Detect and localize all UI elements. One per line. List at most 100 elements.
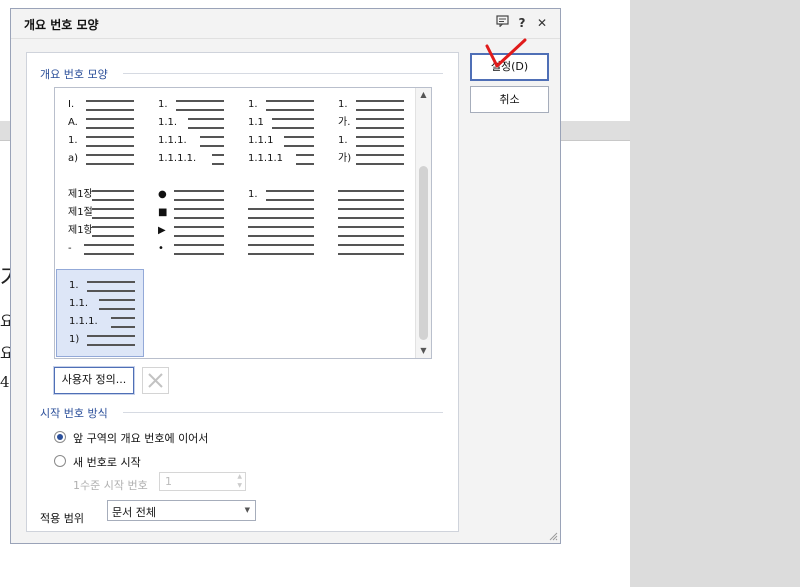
style-preview-bar	[200, 136, 224, 147]
style-preview-label: 가.	[338, 117, 351, 128]
style-preview-label: 1.	[68, 135, 78, 146]
style-preview-bar	[248, 208, 314, 219]
style-preview-line: 1.1.1.	[57, 316, 145, 330]
style-preview-bar	[176, 100, 224, 111]
dialog-title: 개요 번호 모양	[24, 18, 99, 32]
style-preview-label: 1.	[248, 99, 258, 110]
style-preview-line: ■	[146, 207, 234, 221]
style-preview-label: 1.	[69, 280, 79, 291]
style-preview-line: 제1항	[56, 225, 144, 239]
outline-style-option[interactable]: 1. 1.1. 1.1.1. 1.1.1.1.	[146, 89, 234, 177]
style-preview-bar	[86, 118, 134, 129]
apply-scope-value: 문서 전체	[112, 506, 156, 519]
style-preview-label: 1.1.1.	[158, 135, 187, 146]
custom-define-button[interactable]: 사용자 정의...	[54, 367, 134, 394]
help-icon[interactable]: ?	[514, 15, 530, 31]
scroll-up-icon[interactable]: ▲	[416, 88, 431, 102]
outline-style-option[interactable]: 1. 가. 1. 가)	[326, 89, 414, 177]
style-preview-label: 1.1	[248, 117, 264, 128]
style-preview-line: 1.	[326, 99, 414, 113]
style-preview-label: I.	[68, 99, 75, 110]
style-preview-bar	[248, 244, 314, 255]
style-preview-label: 가)	[338, 153, 352, 164]
outline-style-option[interactable]: 1. 1.1. 1.1.1. 1)	[56, 269, 144, 357]
style-preview-bar	[356, 154, 404, 165]
style-preview-bar	[111, 317, 135, 328]
style-preview-label: -	[68, 243, 72, 254]
list-scrollbar[interactable]: ▲ ▼	[415, 88, 431, 358]
style-preview-bar	[87, 281, 135, 292]
style-preview-line: 1)	[57, 334, 145, 348]
apply-scope-select[interactable]: 문서 전체 ▼	[107, 500, 256, 521]
style-preview-label: 제1절	[68, 207, 93, 218]
outline-style-list: I. A. 1. a) 1. 1.1. 1.1.1. 1.1.1.1. 1. 1.1 1.1.1 1.…	[54, 87, 432, 359]
new-number-radio[interactable]	[54, 455, 66, 467]
delete-x-icon[interactable]	[142, 367, 169, 394]
style-preview-line	[326, 243, 414, 257]
style-preview-line: 1.1.1.1.	[146, 153, 234, 167]
scroll-down-icon[interactable]: ▼	[416, 344, 431, 358]
style-preview-bar	[174, 226, 224, 237]
continue-label[interactable]: 앞 구역의 개요 번호에 이어서	[73, 430, 208, 446]
outline-style-option[interactable]	[326, 179, 414, 267]
outline-style-option[interactable]: 1.	[236, 179, 324, 267]
style-preview-line: 1.	[56, 135, 144, 149]
style-preview-line: 1.1.1.1	[236, 153, 324, 167]
ok-button[interactable]: 설정(D)	[470, 53, 549, 81]
style-preview-bar	[174, 244, 224, 255]
stepper-down-icon[interactable]: ▼	[237, 482, 242, 489]
style-preview-line: A.	[56, 117, 144, 131]
outline-style-group-label: 개요 번호 모양	[40, 68, 108, 81]
outline-style-option[interactable]: 1. 1.1 1.1.1 1.1.1.1	[236, 89, 324, 177]
outline-style-option[interactable]: 제1장 제1절 제1항 -	[56, 179, 144, 267]
cancel-button[interactable]: 취소	[470, 86, 549, 113]
style-preview-bar	[356, 100, 404, 111]
style-preview-line: 1.	[326, 135, 414, 149]
style-preview-label: 1.1.1.	[69, 316, 98, 327]
group-divider	[123, 73, 443, 74]
style-preview-label: a)	[68, 153, 79, 164]
style-preview-line: 1.	[236, 189, 324, 203]
style-preview-line	[236, 225, 324, 239]
level1-start-stepper[interactable]: 1 ▲ ▼	[159, 472, 246, 491]
new-number-label[interactable]: 새 번호로 시작	[73, 454, 141, 470]
resize-grip-icon[interactable]	[548, 531, 558, 541]
style-preview-line	[326, 189, 414, 203]
style-preview-line: 1.1	[236, 117, 324, 131]
style-preview-bar	[338, 244, 404, 255]
style-preview-line: 제1절	[56, 207, 144, 221]
style-preview-line: a)	[56, 153, 144, 167]
style-preview-line: 1.1.1.	[146, 135, 234, 149]
start-number-group-label: 시작 번호 방식	[40, 407, 108, 420]
style-preview-bar	[84, 244, 134, 255]
style-preview-label: 제1항	[68, 225, 93, 236]
stepper-up-icon[interactable]: ▲	[237, 473, 242, 480]
style-preview-bar	[356, 136, 404, 147]
style-preview-line: ●	[146, 189, 234, 203]
style-preview-bar	[174, 190, 224, 201]
style-preview-label: 1.1.1.1.	[158, 153, 197, 164]
style-preview-label: 1.	[338, 135, 348, 146]
style-preview-bar	[87, 335, 135, 346]
style-preview-label: •	[158, 243, 164, 254]
style-preview-bar	[338, 190, 404, 201]
style-preview-label: 1.	[248, 189, 258, 200]
continue-radio[interactable]	[54, 431, 66, 443]
style-preview-bar	[296, 154, 314, 165]
dialog-titlebar[interactable]: 개요 번호 모양 ? ✕	[11, 9, 560, 39]
close-icon[interactable]: ✕	[534, 15, 550, 31]
style-preview-label: A.	[68, 117, 78, 128]
outline-style-option[interactable]: I. A. 1. a)	[56, 89, 144, 177]
style-preview-line: -	[56, 243, 144, 257]
style-preview-bar	[338, 226, 404, 237]
style-preview-line: ▶	[146, 225, 234, 239]
style-preview-line: 가)	[326, 153, 414, 167]
style-preview-bar	[266, 190, 314, 201]
memo-icon[interactable]	[494, 15, 510, 31]
scroll-thumb[interactable]	[419, 166, 428, 340]
style-preview-label: 1.	[158, 99, 168, 110]
style-preview-bar	[272, 118, 314, 129]
outline-style-option[interactable]: ● ■ ▶ •	[146, 179, 234, 267]
style-preview-bar	[248, 226, 314, 237]
options-panel: 개요 번호 모양 I. A. 1. a) 1. 1.1. 1.1.1. 1.1.1.1. 1. 1…	[26, 52, 459, 532]
